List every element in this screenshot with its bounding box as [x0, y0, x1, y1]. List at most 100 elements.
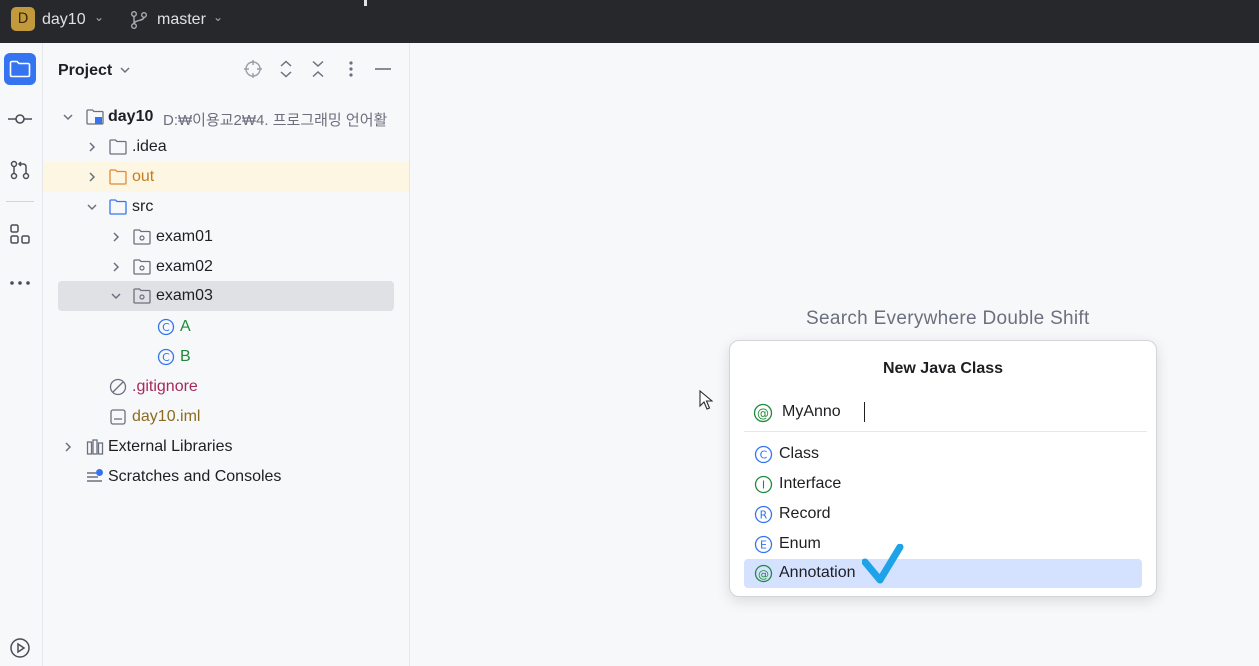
- title-divider: [364, 0, 367, 6]
- tree-item-label: A: [180, 318, 191, 335]
- pull-requests-tool-button[interactable]: [4, 154, 36, 186]
- chevron-down-icon[interactable]: [62, 111, 74, 123]
- tree-item-label: .gitignore: [132, 378, 198, 395]
- tree-item-exam01[interactable]: exam01: [43, 222, 409, 252]
- chevron-down-icon[interactable]: [119, 64, 131, 76]
- tree-item-class-a[interactable]: C A: [43, 312, 409, 342]
- hide-icon[interactable]: [373, 59, 393, 79]
- kind-option-class[interactable]: C Class: [744, 440, 1142, 469]
- expand-all-icon[interactable]: [276, 59, 296, 79]
- run-tool-button[interactable]: [4, 632, 36, 664]
- project-tool-button[interactable]: [4, 53, 36, 85]
- text-caret: [864, 402, 865, 422]
- chevron-down-icon[interactable]: ⌄: [213, 10, 223, 24]
- structure-tool-button[interactable]: [4, 218, 36, 250]
- tree-item-gitignore[interactable]: .gitignore: [43, 372, 409, 402]
- project-path: D:₩이용교2₩4. 프로그래밍 언어활: [163, 112, 388, 129]
- option-label: Interface: [779, 475, 842, 492]
- svg-text:C: C: [162, 351, 170, 364]
- dialog-title: New Java Class: [882, 360, 1004, 377]
- chevron-right-icon[interactable]: [62, 441, 74, 453]
- library-icon: [86, 439, 104, 455]
- tree-item-iml[interactable]: day10.iml: [43, 402, 409, 432]
- tree-item-label: out: [132, 168, 155, 185]
- tree-item-class-b[interactable]: C B: [43, 342, 409, 372]
- commit-tool-button[interactable]: [4, 103, 36, 135]
- svg-text:@: @: [757, 407, 769, 421]
- tree-item-label: .idea: [132, 138, 167, 155]
- interface-icon: I: [754, 475, 773, 494]
- chevron-right-icon[interactable]: [110, 231, 122, 243]
- svg-text:C: C: [760, 449, 768, 462]
- branch-icon[interactable]: [130, 10, 148, 30]
- chevron-down-icon[interactable]: [86, 201, 98, 213]
- excluded-folder-icon: [109, 169, 127, 185]
- tree-item-external-libraries[interactable]: External Libraries: [43, 432, 409, 462]
- pull-request-icon: [10, 160, 30, 180]
- svg-text:I: I: [762, 479, 765, 492]
- tool-window-stripe: [0, 43, 43, 666]
- svg-text:E: E: [760, 539, 767, 552]
- structure-icon: [10, 224, 30, 244]
- options-icon[interactable]: [341, 59, 361, 79]
- new-java-class-dialog: New Java Class @ MyAnno C Class I Interf…: [729, 340, 1157, 597]
- kind-option-enum[interactable]: E Enum: [744, 530, 1142, 559]
- chevron-right-icon[interactable]: [86, 141, 98, 153]
- tree-item-label: B: [180, 348, 191, 365]
- package-icon: [133, 229, 151, 245]
- tree-item-idea[interactable]: .idea: [43, 132, 409, 162]
- tree-item-label: day10: [108, 108, 154, 125]
- option-label: Enum: [779, 535, 821, 552]
- record-icon: R: [754, 505, 773, 524]
- folder-icon: [109, 139, 127, 155]
- chevron-down-icon[interactable]: [110, 290, 122, 302]
- kind-option-record[interactable]: R Record: [744, 500, 1142, 529]
- tree-item-label: External Libraries: [108, 438, 233, 455]
- iml-file-icon: [110, 409, 126, 425]
- tree-item-label: exam01: [156, 228, 213, 245]
- option-label: Record: [779, 505, 831, 522]
- package-icon: [133, 259, 151, 275]
- tree-item-label: exam02: [156, 258, 213, 275]
- class-icon: C: [157, 318, 175, 336]
- tree-item-label: exam03: [156, 287, 213, 304]
- tree-item-label: day10.iml: [132, 408, 201, 425]
- annotation-icon: @: [753, 403, 773, 423]
- tree-item-src[interactable]: src: [43, 192, 409, 222]
- class-name-field[interactable]: @ MyAnno: [750, 397, 1146, 431]
- folder-icon: [9, 60, 31, 78]
- panel-title[interactable]: Project: [58, 62, 112, 80]
- branch-name[interactable]: master: [157, 11, 206, 29]
- search-everywhere-hint: Search Everywhere Double Shift: [806, 308, 1090, 329]
- tree-item-label: Scratches and Consoles: [108, 468, 282, 485]
- kind-option-annotation[interactable]: @ Annotation: [744, 559, 1142, 588]
- collapse-all-icon[interactable]: [308, 59, 328, 79]
- project-name[interactable]: day10: [42, 11, 86, 29]
- checkmark-icon: [862, 544, 904, 584]
- class-icon: C: [157, 348, 175, 366]
- module-folder-icon: [86, 109, 104, 125]
- class-icon: C: [754, 445, 773, 464]
- tree-item-out[interactable]: out: [43, 162, 409, 192]
- chevron-down-icon[interactable]: ⌄: [94, 10, 104, 24]
- svg-text:@: @: [758, 568, 769, 581]
- scratches-icon: [87, 469, 103, 482]
- package-icon: [133, 288, 151, 304]
- tree-item-scratches[interactable]: Scratches and Consoles: [43, 462, 409, 492]
- enum-icon: E: [754, 535, 773, 554]
- chevron-right-icon[interactable]: [86, 171, 98, 183]
- project-badge[interactable]: D: [11, 7, 35, 31]
- more-tool-windows-button[interactable]: [4, 267, 36, 299]
- tree-item-exam02[interactable]: exam02: [43, 252, 409, 282]
- locate-icon[interactable]: [243, 59, 263, 79]
- tree-item-exam03[interactable]: exam03: [58, 281, 394, 311]
- kind-option-interface[interactable]: I Interface: [744, 470, 1142, 499]
- class-name-input[interactable]: MyAnno: [782, 403, 1122, 421]
- ignore-file-icon: [109, 378, 127, 396]
- source-folder-icon: [109, 199, 127, 215]
- chevron-right-icon[interactable]: [110, 261, 122, 273]
- svg-text:C: C: [162, 321, 170, 334]
- run-icon: [10, 638, 30, 658]
- tree-item-day10[interactable]: day10 D:₩이용교2₩4. 프로그래밍 언어활: [43, 102, 409, 132]
- title-bar: D day10 ⌄ master ⌄: [0, 0, 1259, 43]
